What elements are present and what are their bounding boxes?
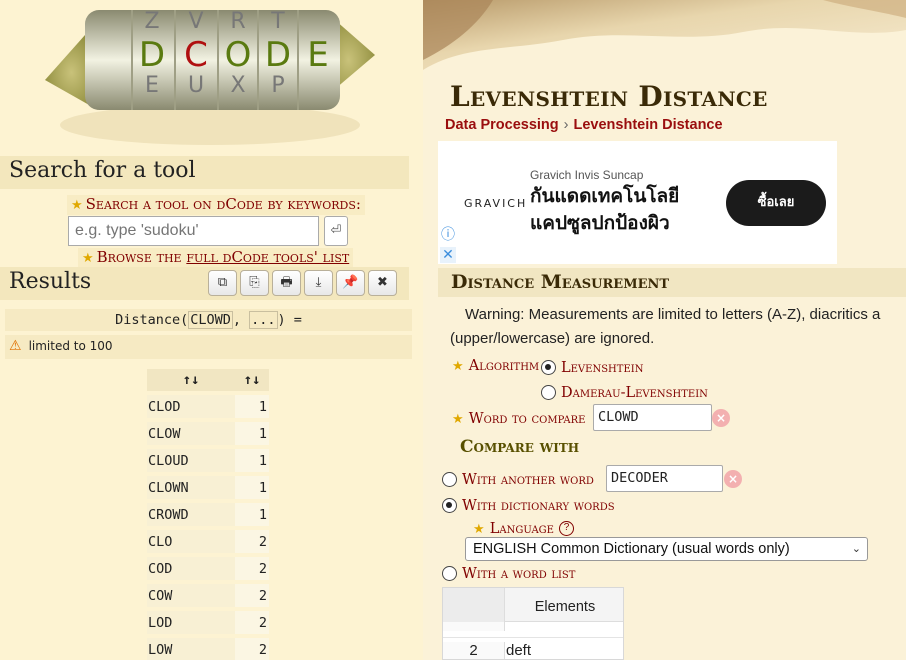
breadcrumb: Data Processing › Levenshtein Distance <box>445 117 723 133</box>
svg-text:E: E <box>145 73 159 98</box>
radio-selected[interactable] <box>541 360 556 375</box>
download-icon[interactable]: ⤓ <box>304 270 333 296</box>
table-row: CLOWN 1 <box>147 476 269 499</box>
word-to-compare-label: ★ Word to compare <box>452 411 586 427</box>
measurement-warning-cont: (upper/lowercase) are ignored. <box>450 330 655 347</box>
ad-sponsor: Gravich Invis Suncap <box>530 168 644 182</box>
table-row: CLO 2 <box>147 530 269 553</box>
star-icon: ★ <box>452 412 464 427</box>
algorithm-option-levenshtein[interactable]: Levenshtein <box>541 357 643 376</box>
section-title: Distance Measurement <box>438 268 906 297</box>
svg-text:T: T <box>270 9 285 34</box>
warning-icon: ⚠ <box>9 338 22 354</box>
compare-option-another-word[interactable]: With another word <box>442 469 594 488</box>
results-table: ↑↓ ↑↓ CLOD 1 CLOW 1 CLOUD 1 CLOWN 1 CROWD 1 C… <box>147 365 269 660</box>
full-tools-list-link[interactable]: full dCode tools' list <box>186 248 349 266</box>
page-title: Levenshtein Distance <box>450 80 768 113</box>
svg-text:O: O <box>225 35 252 75</box>
pin-icon[interactable]: 📌 <box>336 270 365 296</box>
svg-text:D: D <box>139 35 165 75</box>
browse-tools-line: ★ Browse the full dCode tools' list <box>78 248 354 268</box>
table-row: CLOUD 1 <box>147 449 269 472</box>
svg-text:R: R <box>230 9 245 34</box>
table-row: CROWD 1 <box>147 503 269 526</box>
ad-buy-button[interactable]: ซื้อเลย <box>726 180 826 226</box>
compare-option-dictionary[interactable]: With dictionary words <box>442 495 615 514</box>
measurement-warning: Warning: Measurements are limited to let… <box>465 306 881 323</box>
svg-text:E: E <box>307 35 328 75</box>
ad-headline: กันแดดเทคโนโลยี แคปซูลปกป้องผิว <box>530 185 680 234</box>
search-submit-button[interactable]: ⏎ <box>324 216 348 246</box>
sort-distance-header[interactable]: ↑↓ <box>235 369 269 391</box>
breadcrumb-link-levenshtein[interactable]: Levenshtein Distance <box>573 117 722 133</box>
radio-unselected[interactable] <box>541 385 556 400</box>
table-row: LOW 2 <box>147 638 269 660</box>
word-list-grid[interactable]: 1 deet Elements 2 deft <box>442 587 624 660</box>
breadcrumb-link-data-processing[interactable]: Data Processing <box>445 117 559 133</box>
radio-unselected[interactable] <box>442 566 457 581</box>
save-icon[interactable]: ⎘ <box>240 270 269 296</box>
star-icon: ★ <box>71 198 83 213</box>
left-sidebar: Z V RT E U X P D C O D E Search for a tool ★ S… <box>0 0 423 660</box>
svg-text:U: U <box>188 73 204 98</box>
close-icon[interactable]: ✖ <box>368 270 397 296</box>
help-icon[interactable]: ? <box>559 521 575 536</box>
radio-selected[interactable] <box>442 498 457 513</box>
table-row: COW 2 <box>147 584 269 607</box>
star-icon: ★ <box>82 251 94 266</box>
main-content: Levenshtein Distance Data Processing › Lev… <box>423 0 906 660</box>
svg-text:V: V <box>188 9 203 34</box>
grid-corner <box>443 588 505 622</box>
ad-close-icon[interactable]: ✕ <box>440 247 456 263</box>
radio-unselected[interactable] <box>442 472 457 487</box>
result-limit-warning: ⚠ limited to 100 <box>5 335 412 359</box>
compare-option-word-list[interactable]: With a word list <box>442 563 575 582</box>
algorithm-label: ★ Algorithm <box>452 358 540 374</box>
clear-word-icon[interactable]: × <box>712 409 730 427</box>
keyword-search-label: ★ Search a tool on dCode by keywords: <box>67 195 365 215</box>
algorithm-option-damerau[interactable]: Damerau-Levenshtein <box>541 382 708 401</box>
search-tool-heading: Search for a tool <box>0 156 409 189</box>
star-icon: ★ <box>452 359 464 374</box>
svg-text:D: D <box>265 35 291 75</box>
parchment-header-decoration <box>423 0 906 84</box>
results-toolbar: ⧉ ⎘ 🖶 ⤓ 📌 ✖ <box>208 270 397 298</box>
copy-icon[interactable]: ⧉ <box>208 270 237 296</box>
clear-other-word-icon[interactable]: × <box>724 470 742 488</box>
grid-row: 2 deft <box>443 639 623 659</box>
language-label: ★ Language ? <box>473 518 575 537</box>
table-row: CLOW 1 <box>147 422 269 445</box>
tool-search-input[interactable] <box>68 216 319 246</box>
svg-text:Z: Z <box>144 9 159 34</box>
language-select[interactable]: ENGLISH Common Dictionary (usual words o… <box>465 537 868 561</box>
dcode-logo[interactable]: Z V RT E U X P D C O D E <box>40 0 380 152</box>
ad-brand-logo: GRAVICH <box>464 197 528 210</box>
star-icon: ★ <box>473 522 485 537</box>
print-icon[interactable]: 🖶 <box>272 270 301 296</box>
compare-with-heading: Compare with <box>460 437 580 457</box>
chevron-down-icon: ⌄ <box>851 543 861 555</box>
result-formula: Distance(CLOWD, ...) = <box>5 309 412 331</box>
svg-text:X: X <box>230 73 245 98</box>
ad-info-icon[interactable]: ⓘ <box>440 227 456 243</box>
breadcrumb-separator: › <box>563 117 569 133</box>
advertisement[interactable]: GRAVICH Gravich Invis Suncap กันแดดเทคโน… <box>438 141 837 264</box>
svg-text:P: P <box>271 73 284 98</box>
grid-header: Elements <box>443 588 623 622</box>
another-word-input[interactable]: DECODER <box>606 465 723 492</box>
sort-word-header[interactable]: ↑↓ <box>147 369 235 391</box>
table-row: LOD 2 <box>147 611 269 634</box>
table-row: CLOD 1 <box>147 395 269 418</box>
table-row: COD 2 <box>147 557 269 580</box>
svg-text:C: C <box>184 35 208 75</box>
word-to-compare-input[interactable]: CLOWD <box>593 404 712 431</box>
grid-column-header: Elements <box>534 599 596 615</box>
